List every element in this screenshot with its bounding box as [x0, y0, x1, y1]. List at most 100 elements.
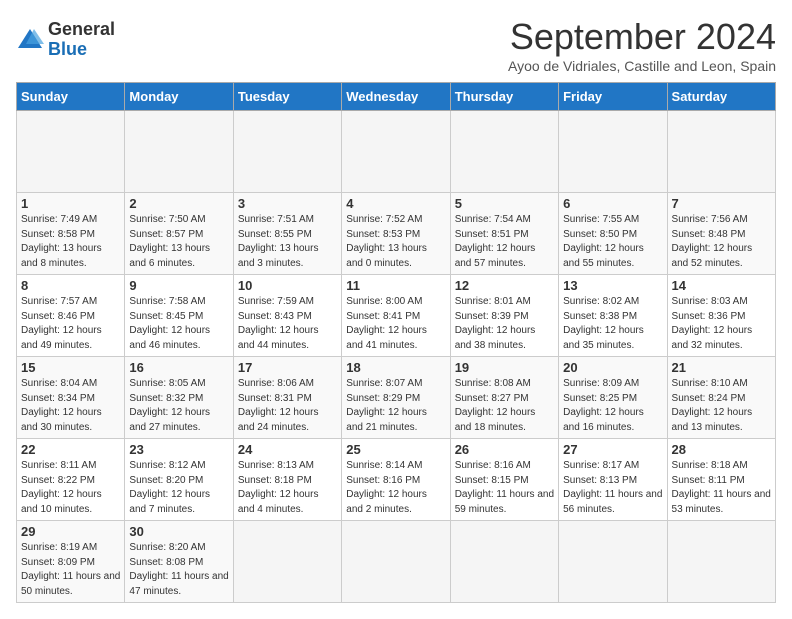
day-number: 18 — [346, 360, 445, 375]
sunrise-text: Sunrise: 8:11 AM — [21, 460, 96, 471]
daylight-text: Daylight: 12 hours and 41 minutes. — [346, 325, 427, 351]
calendar-day-cell: 26Sunrise: 8:16 AMSunset: 8:15 PMDayligh… — [450, 439, 558, 521]
daylight-text: Daylight: 13 hours and 8 minutes. — [21, 243, 102, 269]
calendar-week-row: 15 Sunrise: 8:04 AMSunset: 8:34 PMDayligh… — [17, 357, 776, 439]
sunrise-text: Sunrise: 8:01 AM — [455, 296, 531, 307]
sunrise-text: Sunrise: 8:03 AM — [672, 296, 748, 307]
sunrise-text: Sunrise: 7:57 AM — [21, 296, 97, 307]
daylight-text: Daylight: 12 hours and 21 minutes. — [346, 407, 427, 433]
day-number: 25 — [346, 442, 445, 457]
day-number: 19 — [455, 360, 554, 375]
day-number: 30 — [129, 524, 228, 539]
day-number: 8 — [21, 278, 120, 293]
calendar-day-cell: 24 Sunrise: 8:13 AMSunset: 8:18 PMDayligh… — [233, 439, 341, 521]
calendar-week-row: 22Sunrise: 8:11 AMSunset: 8:22 PMDayligh… — [17, 439, 776, 521]
day-number: 24 — [238, 442, 337, 457]
calendar-day-cell: 17Sunrise: 8:06 AMSunset: 8:31 PMDayligh… — [233, 357, 341, 439]
sunset-text: Sunset: 8:32 PM — [129, 393, 203, 404]
day-info: Sunrise: 8:19 AM Sunset: 8:09 PM Daylight:… — [21, 541, 120, 599]
day-number: 10 — [238, 278, 337, 293]
weekday-header-wednesday: Wednesday — [342, 83, 450, 111]
day-info: Sunrise: 7:59 AMSunset: 8:43 PMDaylight:… — [238, 295, 337, 353]
daylight-text: Daylight: 12 hours and 55 minutes. — [563, 243, 644, 269]
calendar-day-cell: 22Sunrise: 8:11 AMSunset: 8:22 PMDayligh… — [17, 439, 125, 521]
sunrise-text: Sunrise: 8:12 AM — [129, 460, 205, 471]
day-number: 22 — [21, 442, 120, 457]
daylight-text: Daylight: 12 hours and 57 minutes. — [455, 243, 536, 269]
calendar-day-cell — [450, 111, 558, 193]
sunset-text: Sunset: 8:46 PM — [21, 311, 95, 322]
day-number: 29 — [21, 524, 120, 539]
calendar-day-cell — [342, 521, 450, 603]
daylight-text: Daylight: 11 hours and 47 minutes. — [129, 571, 228, 597]
day-number: 15 — [21, 360, 120, 375]
logo: General Blue — [16, 20, 115, 60]
sunrise-text: Sunrise: 7:50 AM — [129, 214, 205, 225]
weekday-header-friday: Friday — [559, 83, 667, 111]
day-info: Sunrise: 8:13 AMSunset: 8:18 PMDaylight:… — [238, 459, 337, 517]
calendar-day-cell: 9Sunrise: 7:58 AMSunset: 8:45 PMDaylight… — [125, 275, 233, 357]
calendar-day-cell: 29 Sunrise: 8:19 AM Sunset: 8:09 PM Dayligh… — [17, 521, 125, 603]
calendar-day-cell — [342, 111, 450, 193]
day-info: Sunrise: 7:51 AMSunset: 8:55 PMDaylight:… — [238, 213, 337, 271]
calendar-day-cell: 18Sunrise: 8:07 AMSunset: 8:29 PMDayligh… — [342, 357, 450, 439]
sunrise-text: Sunrise: 7:51 AM — [238, 214, 314, 225]
sunset-text: Sunset: 8:57 PM — [129, 229, 203, 240]
day-info: Sunrise: 8:05 AM Sunset: 8:32 PM Daylight:… — [129, 377, 228, 435]
daylight-text: Daylight: 11 hours and 59 minutes. — [455, 489, 554, 515]
calendar-day-cell — [559, 521, 667, 603]
day-number: 1 — [21, 196, 120, 211]
calendar-day-cell: 7Sunrise: 7:56 AMSunset: 8:48 PMDaylight… — [667, 193, 775, 275]
sunset-text: Sunset: 8:53 PM — [346, 229, 420, 240]
day-info: Sunrise: 8:04 AMSunset: 8:34 PMDaylight:… — [21, 377, 120, 435]
calendar-day-cell: 23Sunrise: 8:12 AMSunset: 8:20 PMDayligh… — [125, 439, 233, 521]
sunrise-text: Sunrise: 7:49 AM — [21, 214, 97, 225]
daylight-text: Daylight: 12 hours and 27 minutes. — [129, 407, 210, 433]
day-number: 5 — [455, 196, 554, 211]
sunset-text: Sunset: 8:20 PM — [129, 475, 203, 486]
sunset-text: Sunset: 8:51 PM — [455, 229, 529, 240]
daylight-text: Daylight: 12 hours and 52 minutes. — [672, 243, 753, 269]
calendar-day-cell: 2 Sunrise: 7:50 AM Sunset: 8:57 PM Daylight… — [125, 193, 233, 275]
day-info: Sunrise: 8:20 AMSunset: 8:08 PMDaylight:… — [129, 541, 228, 599]
sunset-text: Sunset: 8:13 PM — [563, 475, 637, 486]
calendar-day-cell — [233, 111, 341, 193]
day-info: Sunrise: 7:49 AMSunset: 8:58 PMDaylight:… — [21, 213, 120, 271]
day-info: Sunrise: 7:55 AMSunset: 8:50 PMDaylight:… — [563, 213, 662, 271]
sunrise-text: Sunrise: 8:19 AM — [21, 542, 97, 553]
calendar-day-cell — [559, 111, 667, 193]
calendar-day-cell — [233, 521, 341, 603]
sunset-text: Sunset: 8:41 PM — [346, 311, 420, 322]
calendar-table: SundayMondayTuesdayWednesdayThursdayFrid… — [16, 82, 776, 603]
sunset-text: Sunset: 8:25 PM — [563, 393, 637, 404]
sunrise-text: Sunrise: 8:00 AM — [346, 296, 422, 307]
daylight-text: Daylight: 13 hours and 6 minutes. — [129, 243, 210, 269]
day-info: Sunrise: 8:17 AMSunset: 8:13 PMDaylight:… — [563, 459, 662, 517]
day-info: Sunrise: 7:57 AMSunset: 8:46 PMDaylight:… — [21, 295, 120, 353]
sunrise-text: Sunrise: 7:52 AM — [346, 214, 422, 225]
sunset-text: Sunset: 8:09 PM — [21, 557, 95, 568]
sunrise-text: Sunrise: 8:05 AM — [129, 378, 205, 389]
sunset-text: Sunset: 8:27 PM — [455, 393, 529, 404]
sunset-text: Sunset: 8:29 PM — [346, 393, 420, 404]
day-info: Sunrise: 8:18 AMSunset: 8:11 PMDaylight:… — [672, 459, 771, 517]
day-info: Sunrise: 8:16 AMSunset: 8:15 PMDaylight:… — [455, 459, 554, 517]
day-info: Sunrise: 8:01 AMSunset: 8:39 PMDaylight:… — [455, 295, 554, 353]
day-number: 3 — [238, 196, 337, 211]
month-title: September 2024 — [508, 16, 776, 58]
sunrise-text: Sunrise: 8:18 AM — [672, 460, 748, 471]
calendar-day-cell — [450, 521, 558, 603]
daylight-text: Daylight: 11 hours and 50 minutes. — [21, 571, 120, 597]
calendar-day-cell — [125, 111, 233, 193]
page-header: General Blue September 2024 Ayoo de Vidr… — [16, 16, 776, 74]
sunrise-text: Sunrise: 7:59 AM — [238, 296, 314, 307]
day-number: 4 — [346, 196, 445, 211]
sunset-text: Sunset: 8:43 PM — [238, 311, 312, 322]
daylight-text: Daylight: 12 hours and 10 minutes. — [21, 489, 102, 515]
calendar-day-cell: 16Sunrise: 8:05 AMSunset: 8:32 PMDayligh… — [125, 357, 233, 439]
day-number: 2 — [129, 196, 228, 211]
sunset-text: Sunset: 8:50 PM — [563, 229, 637, 240]
calendar-day-cell: 10Sunrise: 7:59 AMSunset: 8:43 PMDayligh… — [233, 275, 341, 357]
day-info: Sunrise: 8:06 AMSunset: 8:31 PMDaylight:… — [238, 377, 337, 435]
calendar-day-cell: 27Sunrise: 8:17 AMSunset: 8:13 PMDayligh… — [559, 439, 667, 521]
